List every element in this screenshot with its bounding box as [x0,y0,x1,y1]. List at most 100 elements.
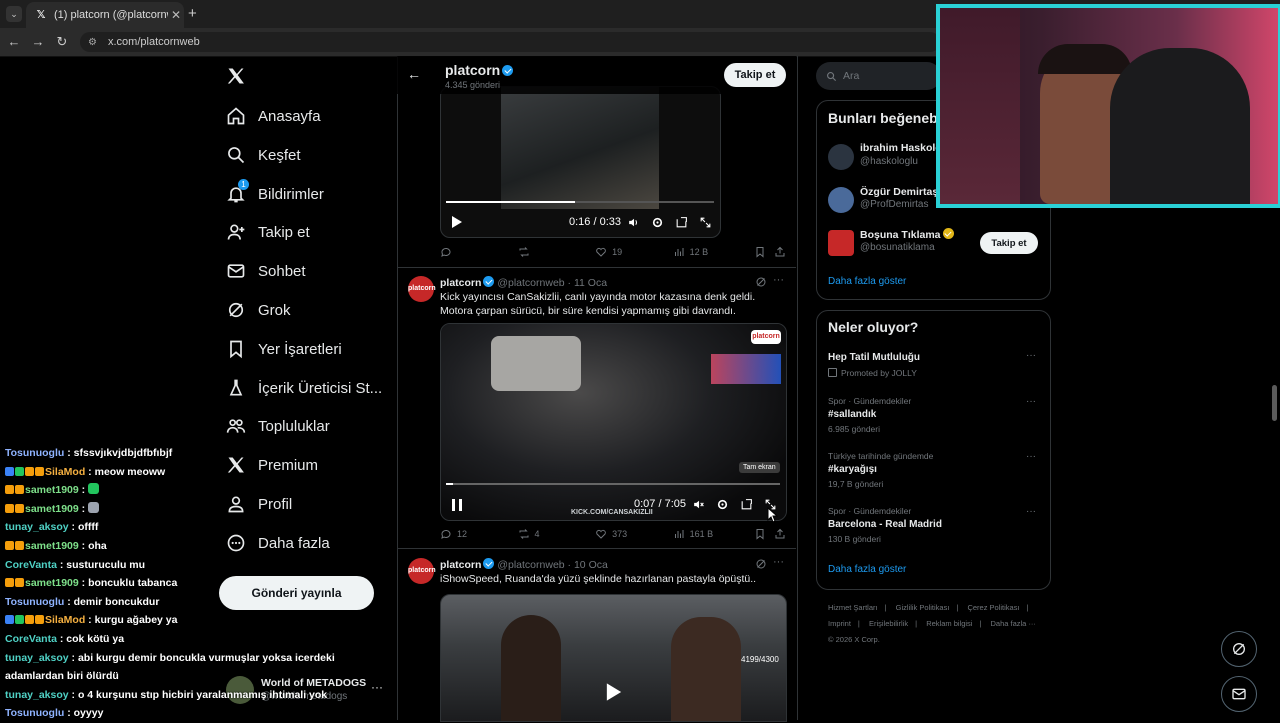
follow-button[interactable]: Takip et [724,63,786,87]
nav-item-bookmarks[interactable]: Yer İşaretleri [226,334,342,364]
share-icon[interactable] [774,528,786,540]
nav-item-notifications[interactable]: 1 Bildirimler [226,179,324,209]
like-button[interactable]: 373 [595,528,673,540]
pip-icon[interactable] [740,498,753,511]
back-arrow-icon[interactable]: ← [6,34,22,50]
bookmark-icon[interactable] [754,528,774,540]
settings-icon[interactable] [716,498,729,511]
video-player[interactable]: 0:16 / 0:33 [440,86,721,238]
site-info-icon[interactable]: ⚙ [88,37,102,48]
repost-button[interactable] [518,246,596,258]
messages-float-button[interactable] [1221,676,1257,712]
footer-link[interactable]: Daha fazla ··· [991,619,1036,628]
mute-icon[interactable] [692,498,705,511]
more-icon[interactable]: ··· [1026,451,1036,462]
chat-badge-icon [25,615,34,625]
author-handle[interactable]: @platcornweb [497,559,564,571]
back-arrow-icon[interactable]: ← [407,66,421,82]
search-input[interactable]: Ara [816,62,941,90]
trend-item[interactable]: Türkiye tarihinde gündemde #karyağışı 19… [828,451,1038,491]
x-logo-icon[interactable] [226,66,246,86]
footer-link[interactable]: Reklam bilgisi [926,619,972,628]
footer-link[interactable]: Imprint [828,619,851,628]
views-button[interactable]: 161 B [673,528,755,540]
trend-item[interactable]: Hep Tatil Mutluluğu Promoted by JOLLY ··… [828,350,1038,382]
footer-link[interactable]: Erişilebilirlik [869,619,908,628]
author-name[interactable]: platcorn [440,277,481,289]
nav-item-explore[interactable]: Keşfet [226,140,301,170]
footer-link[interactable]: Çerez Politikası [967,603,1019,612]
close-tab-icon[interactable]: ✕ [168,8,184,22]
nav-item-communities[interactable]: Topluluklar [226,411,330,441]
post-divider [398,267,796,268]
video-player[interactable]: platcorn Tam ekran KICK.COM/CANSAKIZLII … [440,323,787,521]
reload-icon[interactable]: ↻ [54,34,70,50]
author-handle[interactable]: @platcornweb [497,277,564,289]
more-icon[interactable]: ··· [773,274,784,286]
forward-arrow-icon[interactable]: → [30,34,46,50]
post-date[interactable]: 10 Oca [574,559,608,571]
author-name[interactable]: platcorn [440,559,481,571]
verified-badge-icon [483,276,495,287]
play-icon[interactable] [451,215,463,229]
bookmark-icon[interactable] [754,246,774,258]
reply-button[interactable]: 12 [440,528,518,540]
chat-badge-icon [5,466,14,476]
account-name: Boşuna Tıklama [860,228,954,241]
repost-count: 4 [534,529,540,539]
chat-username: SilaMod [45,614,86,627]
reply-count: 12 [457,529,468,539]
trend-item[interactable]: Spor · Gündemdekiler Barcelona - Real Ma… [828,506,1038,546]
footer-link[interactable]: Gizlilik Politikası [896,603,950,612]
trend-item[interactable]: Spor · Gündemdekiler #sallandık 6.985 gö… [828,396,1038,436]
grok-icon [226,300,246,320]
address-bar[interactable]: ⚙ x.com/platcornweb [80,32,940,52]
video-player[interactable]: 4199/4300 [440,594,787,722]
fullscreen-icon[interactable] [699,216,712,229]
pause-icon[interactable] [451,498,463,512]
pip-icon[interactable] [675,216,688,229]
nav-item-chat[interactable]: Sohbet [226,256,306,286]
post-actions: 19 12 B [440,244,786,260]
nav-item-creator-studio[interactable]: İçerik Üreticisi St... [226,373,382,403]
chat-username: samet1909 [25,539,79,552]
more-icon[interactable]: ··· [371,680,383,694]
page-scrollbar[interactable] [1272,385,1277,421]
chat-emote-icon [88,483,100,495]
avatar[interactable]: platcorn [408,558,436,584]
reply-button[interactable] [440,246,518,258]
play-icon[interactable] [605,682,623,702]
post-date[interactable]: 11 Oca [574,277,607,289]
more-icon[interactable]: ··· [1026,396,1036,407]
grok-float-button[interactable] [1221,631,1257,667]
settings-icon[interactable] [651,216,664,229]
grok-icon[interactable] [755,276,767,288]
grok-icon[interactable] [755,558,767,570]
more-icon[interactable]: ··· [1026,506,1036,517]
nav-label: İçerik Üreticisi St... [258,379,383,397]
nav-item-grok[interactable]: Grok [226,295,291,325]
nav-item-follow[interactable]: Takip et [226,217,310,247]
video-frame-person [671,617,741,721]
suggested-account[interactable]: Boşuna Tıklama @bosunatiklama [828,228,954,260]
repost-button[interactable]: 4 [518,528,596,540]
more-icon[interactable]: ··· [1026,350,1036,361]
volume-icon[interactable] [627,216,640,229]
follow-button[interactable]: Takip et [980,232,1038,254]
show-more-link[interactable]: Daha fazla göster [828,276,906,287]
show-more-link[interactable]: Daha fazla göster [828,564,906,575]
footer-link[interactable]: Hizmet Şartları [828,603,878,612]
share-icon[interactable] [774,246,786,258]
like-button[interactable]: 19 [595,246,673,258]
bookmark-icon [226,339,246,359]
more-icon[interactable]: ··· [773,556,784,568]
browser-tab[interactable]: 𝕏 (1) platcorn (@platcornweb) / X ✕ [26,2,184,28]
nav-item-home[interactable]: Anasayfa [226,101,321,131]
video-progress-track[interactable] [446,201,714,203]
views-button[interactable]: 12 B [673,246,755,258]
video-progress-track[interactable] [446,483,780,485]
chat-text: kurgu ağabey ya [94,614,178,627]
tab-list-button[interactable]: ⌄ [6,6,22,22]
avatar[interactable]: platcorn [408,276,436,302]
new-tab-button[interactable]: + [188,5,197,22]
